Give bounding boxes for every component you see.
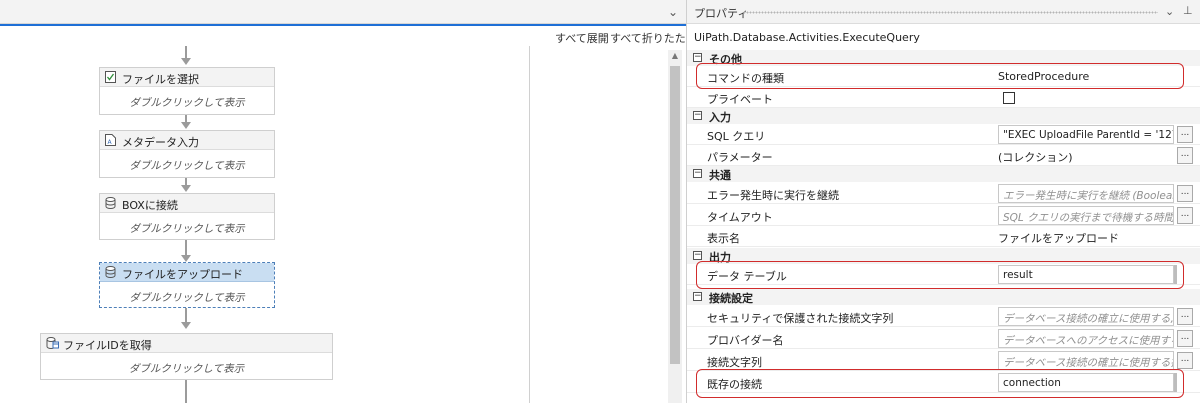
expand-all-link[interactable]: すべて展開 (555, 30, 609, 46)
ellipsis-button[interactable]: ... (1177, 207, 1193, 224)
property-name: SQL クエリ (707, 130, 766, 143)
highlight-data-table (696, 261, 1184, 289)
property-row-parameters[interactable]: パラメーター (コレクション) ... (687, 145, 1200, 166)
properties-title-bar: プロパティ ⌄ ⊥ (687, 0, 1200, 24)
connector-arrow-icon (181, 322, 191, 329)
ellipsis-button[interactable]: ... (1177, 352, 1193, 369)
database-icon (105, 266, 116, 278)
connector-line (185, 380, 187, 403)
pin-icon[interactable]: ⊥ (1183, 4, 1193, 17)
activity-body-hint: ダブルクリックして表示 (128, 363, 245, 375)
scrollbar-thumb[interactable] (670, 66, 680, 364)
activity-body-hint: ダブルクリックして表示 (129, 292, 245, 304)
activity-header: BOXに接続 (100, 194, 274, 213)
document-icon: A (105, 134, 116, 146)
database-table-icon (46, 337, 59, 349)
database-icon (105, 197, 116, 209)
property-name: プロバイダー名 (707, 334, 784, 347)
ellipsis-button[interactable]: ... (1177, 308, 1193, 325)
connector-arrow-icon (181, 122, 191, 129)
properties-panel: プロパティ ⌄ ⊥ UiPath.Database.Activities.Exe… (686, 0, 1200, 403)
file-check-icon (105, 71, 116, 83)
private-checkbox[interactable] (1003, 92, 1015, 104)
sql-query-field[interactable]: "EXEC UploadFile ParentId = '127529 (998, 125, 1174, 144)
connector-line (185, 240, 187, 256)
property-row-continue-on-error[interactable]: エラー発生時に実行を継続 エラー発生時に実行を継続 (Boolean) ... (687, 183, 1200, 204)
activity-connect-box[interactable]: BOXに接続 ダブルクリックして表示 (99, 193, 275, 240)
ellipsis-button[interactable]: ... (1177, 185, 1193, 202)
activity-header: ファイルを選択 (100, 68, 274, 87)
canvas-divider (529, 46, 530, 403)
connector-arrow-icon (181, 255, 191, 262)
collapse-toggle-icon[interactable]: − (693, 53, 702, 62)
activity-header: ファイルをアップロード (100, 263, 274, 282)
activity-type-label: UiPath.Database.Activities.ExecuteQuery (694, 31, 920, 44)
title-bar-grip (743, 11, 1158, 14)
ellipsis-button[interactable]: ... (1177, 147, 1193, 164)
ellipsis-button[interactable]: ... (1177, 330, 1193, 347)
category-label: 入力 (709, 111, 731, 124)
connector-line (185, 308, 187, 323)
activity-header: ファイルIDを取得 (41, 334, 332, 353)
property-row-provider-name[interactable]: プロバイダー名 データベースへのアクセスに使用するデータ ... (687, 328, 1200, 349)
connector-line (185, 46, 187, 58)
property-row-connection-string[interactable]: 接続文字列 データベース接続の確立に使用する接続 ... (687, 350, 1200, 371)
highlight-existing-connection (696, 369, 1184, 398)
vertical-scrollbar[interactable]: ▲ (668, 50, 682, 403)
continue-on-error-field[interactable]: エラー発生時に実行を継続 (Boolean) (998, 184, 1174, 203)
property-name: 接続文字列 (707, 356, 762, 369)
property-row-private[interactable]: プライベート (687, 87, 1200, 108)
ellipsis-button[interactable]: ... (1177, 126, 1193, 143)
property-value[interactable]: (コレクション) (998, 149, 1170, 165)
property-name: パラメーター (707, 151, 773, 164)
property-value[interactable]: ファイルをアップロード (998, 230, 1170, 246)
chevron-down-icon[interactable]: ⌄ (1165, 5, 1174, 18)
provider-name-field[interactable]: データベースへのアクセスに使用するデータ (998, 329, 1174, 348)
collapse-toggle-icon[interactable]: − (693, 251, 702, 260)
activity-body-hint: ダブルクリックして表示 (129, 160, 245, 172)
scroll-up-arrow-icon[interactable]: ▲ (668, 50, 682, 62)
collapse-toggle-icon[interactable]: − (693, 292, 702, 301)
activity-body-hint: ダブルクリックして表示 (129, 223, 245, 235)
category-label: 接続設定 (709, 292, 753, 305)
property-name: セキュリティで保護された接続文字列 (707, 312, 894, 325)
category-label: 共通 (709, 169, 731, 182)
category-connection[interactable]: − 接続設定 (687, 289, 1200, 305)
activity-header: A メタデータ入力 (100, 131, 274, 150)
property-name: 表示名 (707, 232, 740, 245)
connection-string-field[interactable]: データベース接続の確立に使用する接続 (998, 351, 1174, 370)
activity-body-hint: ダブルクリックして表示 (129, 97, 245, 109)
workflow-designer: ⌄ すべて展開 すべて折りたたみ ▲ ファイルを選択 ダブルクリックして表示 (0, 0, 686, 403)
activity-title: ファイルを選択 (122, 73, 199, 86)
activity-get-file-id[interactable]: ファイルIDを取得 ダブルクリックして表示 (40, 333, 333, 380)
property-name: エラー発生時に実行を継続 (707, 189, 839, 202)
designer-top-bar: ⌄ (0, 0, 686, 24)
connector-arrow-icon (181, 185, 191, 192)
secure-connection-string-field[interactable]: データベース接続の確立に使用する, Sec (998, 307, 1174, 326)
activity-metadata-input[interactable]: A メタデータ入力 ダブルクリックして表示 (99, 130, 275, 178)
property-row-secure-connection-string[interactable]: セキュリティで保護された接続文字列 データベース接続の確立に使用する, Sec … (687, 306, 1200, 327)
activity-title: ファイルをアップロード (122, 268, 243, 281)
activity-title: BOXに接続 (122, 199, 178, 212)
property-name: プライベート (707, 93, 773, 106)
collapse-all-link[interactable]: すべて折りたたみ (610, 30, 686, 46)
property-name: タイムアウト (707, 211, 773, 224)
designer-toolbar: すべて展開 すべて折りたたみ (0, 26, 686, 46)
property-row-timeout[interactable]: タイムアウト SQL クエリの実行まで待機する時間をミ ... (687, 205, 1200, 226)
highlight-command-type (696, 63, 1184, 89)
activity-title: ファイルIDを取得 (63, 339, 152, 352)
property-row-sql-query[interactable]: SQL クエリ "EXEC UploadFile ParentId = '127… (687, 124, 1200, 145)
activity-select-file[interactable]: ファイルを選択 ダブルクリックして表示 (99, 67, 275, 115)
property-row-display-name[interactable]: 表示名 ファイルをアップロード (687, 226, 1200, 247)
timeout-field[interactable]: SQL クエリの実行まで待機する時間をミ (998, 206, 1174, 225)
chevron-down-icon[interactable]: ⌄ (668, 5, 678, 19)
properties-title: プロパティ (694, 7, 749, 20)
activity-upload-file[interactable]: ファイルをアップロード ダブルクリックして表示 (99, 262, 275, 308)
collapse-toggle-icon[interactable]: − (693, 169, 702, 178)
activity-title: メタデータ入力 (122, 136, 199, 149)
connector-arrow-icon (181, 58, 191, 65)
category-input[interactable]: − 入力 (687, 108, 1200, 124)
category-common[interactable]: − 共通 (687, 166, 1200, 182)
collapse-toggle-icon[interactable]: − (693, 111, 702, 120)
